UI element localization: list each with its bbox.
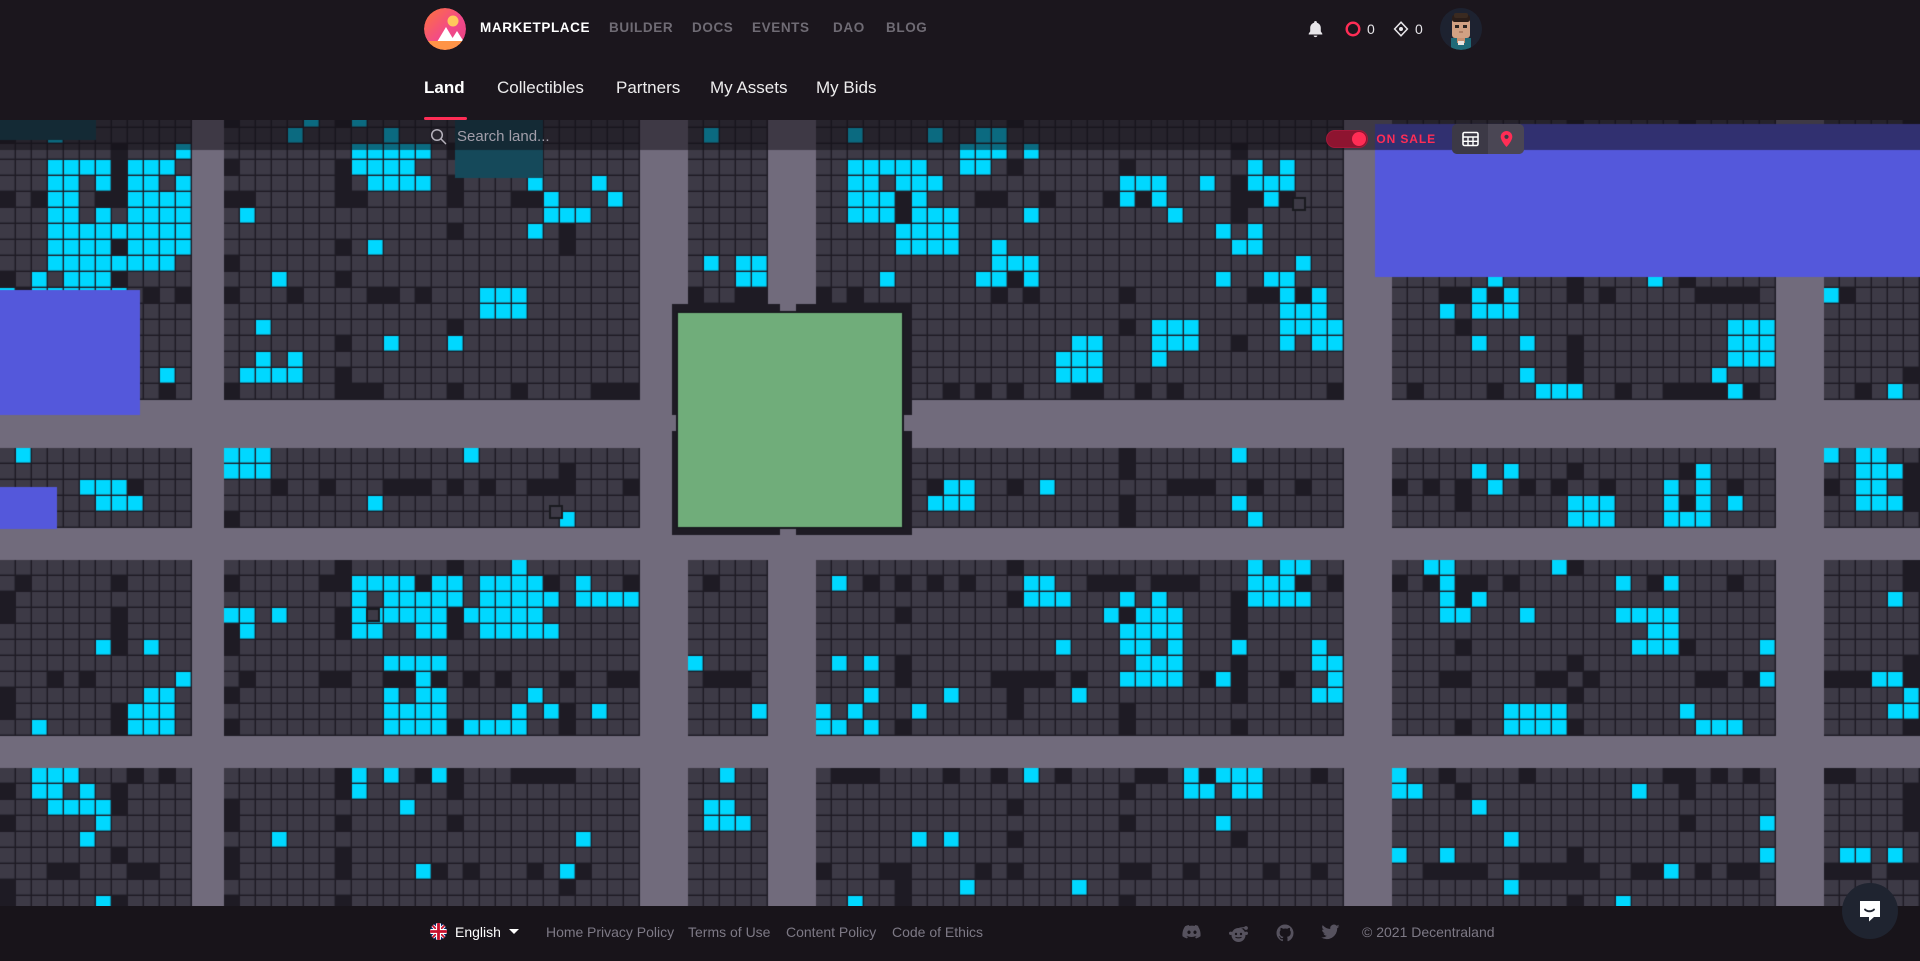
tab-partners[interactable]: Partners (616, 78, 680, 98)
ethereum-diamond-icon (1393, 21, 1409, 37)
decentraland-logo-icon[interactable] (424, 8, 466, 50)
chat-bubble-button[interactable] (1842, 883, 1898, 939)
bell-icon (1308, 20, 1323, 37)
avatar[interactable] (1440, 0, 1482, 58)
page-footer: English Home Privacy Policy Terms of Use… (0, 906, 1920, 961)
on-sale-toggle[interactable]: ON SALE (1326, 130, 1436, 148)
on-sale-switch-knob (1352, 132, 1367, 146)
twitter-icon[interactable] (1321, 924, 1340, 945)
language-label: English (455, 923, 501, 940)
discord-icon[interactable] (1182, 924, 1202, 945)
search-input[interactable] (457, 128, 717, 145)
topnav-link-marketplace[interactable]: MARKETPLACE (480, 20, 590, 35)
tab-land[interactable]: Land (424, 78, 465, 98)
footer-link-terms-of-use[interactable]: Terms of Use (688, 924, 770, 940)
search-icon (430, 128, 447, 145)
mana-balance[interactable]: 0 (1345, 0, 1375, 58)
view-mode-switch (1452, 124, 1524, 154)
topnav-link-dao[interactable]: DAO (833, 20, 865, 35)
user-avatar-icon (1440, 8, 1482, 50)
topnav-link-builder[interactable]: BUILDER (609, 20, 673, 35)
topnav-link-blog[interactable]: BLOG (886, 20, 927, 35)
map-toolbar: ON SALE (0, 120, 1920, 162)
grid-view-button[interactable] (1452, 124, 1488, 154)
ethereum-balance-value: 0 (1415, 21, 1423, 37)
footer-link-content-policy[interactable]: Content Policy (786, 924, 876, 940)
topnav-link-events[interactable]: EVENTS (752, 20, 810, 35)
chat-bubble-icon (1860, 901, 1880, 922)
footer-link-code-of-ethics[interactable]: Code of Ethics (892, 924, 983, 940)
ethereum-balance[interactable]: 0 (1393, 0, 1423, 58)
top-navigation-bar: MARKETPLACE BUILDER DOCS EVENTS DAO BLOG… (0, 0, 1920, 58)
tab-my-bids[interactable]: My Bids (816, 78, 876, 98)
notifications-button[interactable] (1307, 0, 1324, 58)
map-pin-icon (1500, 131, 1512, 147)
chevron-down-icon[interactable] (508, 929, 519, 934)
reddit-icon[interactable] (1229, 924, 1248, 947)
footer-link-home[interactable]: Home (546, 924, 583, 940)
mana-balance-value: 0 (1367, 21, 1375, 37)
active-tab-indicator (424, 117, 467, 120)
tab-my-assets[interactable]: My Assets (710, 78, 787, 98)
language-selector[interactable]: English (430, 923, 519, 940)
on-sale-label: ON SALE (1376, 132, 1436, 146)
uk-flag-icon (430, 923, 447, 940)
grid-view-icon (1461, 131, 1479, 147)
footer-link-privacy-policy[interactable]: Privacy Policy (587, 924, 674, 940)
topnav-link-docs[interactable]: DOCS (692, 20, 733, 35)
copyright-text: © 2021 Decentraland (1362, 924, 1495, 940)
on-sale-switch-track[interactable] (1326, 130, 1369, 148)
map-view-button[interactable] (1488, 124, 1524, 154)
mana-token-icon (1345, 21, 1361, 37)
search-field[interactable] (430, 128, 717, 145)
tab-collectibles[interactable]: Collectibles (497, 78, 584, 98)
decentraland-marketplace-page: MARKETPLACE BUILDER DOCS EVENTS DAO BLOG… (0, 0, 1920, 961)
marketplace-sub-navigation: Land Collectibles Partners My Assets My … (0, 58, 1920, 120)
github-icon[interactable] (1276, 924, 1294, 947)
